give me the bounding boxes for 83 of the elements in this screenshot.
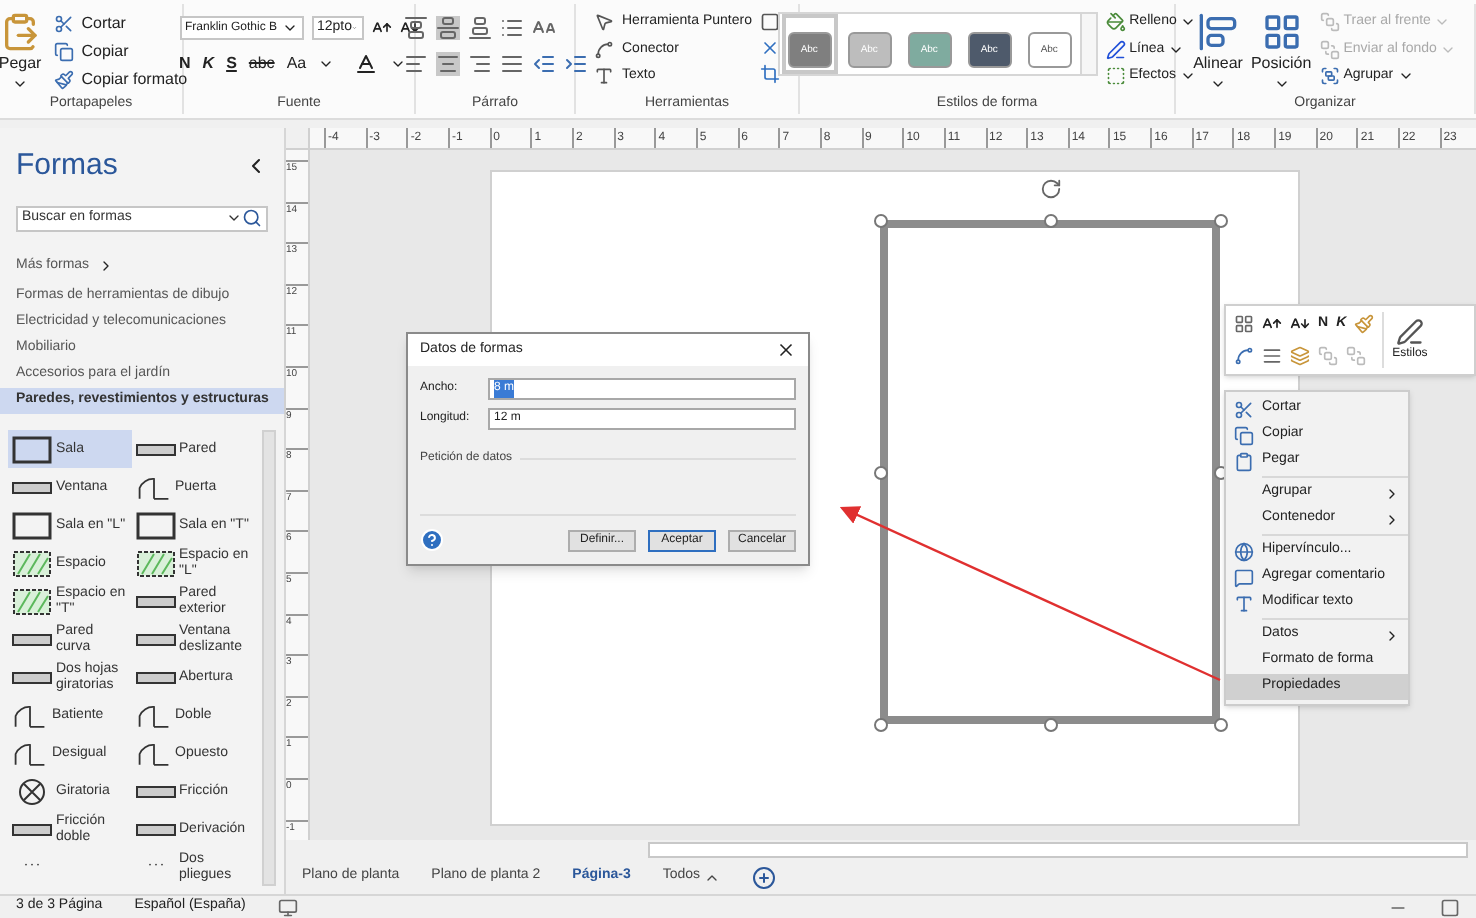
clipboard-item[interactable]: Copiar xyxy=(81,40,129,64)
hatched-room-icon xyxy=(12,587,52,615)
gallery-scrollbar[interactable] xyxy=(1079,14,1096,74)
add-page-icon[interactable] xyxy=(752,865,777,889)
paste-button[interactable]: Pegar xyxy=(0,12,46,92)
copy-icon xyxy=(53,42,74,62)
hatched-room-icon xyxy=(135,549,175,577)
send-back-icon xyxy=(1319,39,1340,60)
wall-icon xyxy=(135,443,175,455)
wall-icon xyxy=(135,671,175,683)
paintbrush-icon xyxy=(53,70,74,90)
pen-icon[interactable] xyxy=(1395,317,1424,345)
rectangle-icon[interactable] xyxy=(759,12,780,32)
clipboard-icon xyxy=(1234,451,1254,471)
text-icon xyxy=(594,66,614,87)
paintbrush-icon[interactable] xyxy=(1354,314,1375,334)
horizontal-scrollbar[interactable] xyxy=(648,842,1468,858)
hatched-room-icon xyxy=(12,549,52,577)
arrange-button[interactable]: Alinear xyxy=(1193,12,1243,93)
scissors-icon xyxy=(1234,399,1254,419)
vertical-align-icon[interactable] xyxy=(403,16,427,40)
indent-increase-icon[interactable] xyxy=(563,52,587,76)
panel-title: Formas xyxy=(16,146,118,186)
copy-icon xyxy=(1234,425,1254,445)
square-icon xyxy=(1105,66,1126,87)
font-style-button[interactable]: Aa xyxy=(286,52,307,76)
wall-icon xyxy=(12,481,52,493)
door-icon xyxy=(135,473,171,501)
crop-icon[interactable] xyxy=(759,64,780,84)
shrink-font-icon[interactable] xyxy=(1290,314,1310,334)
align-text-icon[interactable] xyxy=(435,52,459,76)
align-icon xyxy=(1198,12,1239,52)
font-style-button[interactable]: abc xyxy=(248,52,275,76)
align-text-icon[interactable] xyxy=(403,52,427,76)
indent-decrease-icon[interactable] xyxy=(531,52,555,76)
pointer-icon xyxy=(594,12,614,33)
door-icon xyxy=(12,701,48,729)
align-text-icon[interactable] xyxy=(499,52,523,76)
room-icon xyxy=(12,435,52,463)
connector-icon xyxy=(594,39,614,60)
display-icon[interactable] xyxy=(277,897,298,917)
font-style-button[interactable]: K xyxy=(202,52,215,76)
wall-icon xyxy=(12,633,52,645)
bring-front-icon xyxy=(1319,12,1340,33)
door-icon xyxy=(135,701,171,729)
wall-icon xyxy=(12,823,52,835)
shape-icon[interactable] xyxy=(1234,314,1254,334)
grow-font-icon[interactable] xyxy=(1262,314,1282,334)
room-shape[interactable] xyxy=(880,220,1220,724)
pen-icon xyxy=(1105,39,1126,60)
room-icon xyxy=(12,511,52,539)
wall-icon xyxy=(135,633,175,645)
door-icon xyxy=(12,739,48,767)
position-grid-icon xyxy=(1261,12,1302,52)
clipboard-icon xyxy=(0,12,41,52)
comment-icon xyxy=(1234,567,1254,587)
font-color-icon[interactable] xyxy=(354,52,379,76)
search-icon xyxy=(242,208,262,228)
font-style-button[interactable]: S xyxy=(226,52,237,76)
scrollbar[interactable] xyxy=(262,430,276,886)
room-icon xyxy=(135,511,175,539)
scissors-icon xyxy=(53,14,74,34)
door-icon xyxy=(135,739,171,767)
wall-icon xyxy=(12,671,52,683)
paint-bucket-icon xyxy=(1105,12,1126,33)
wall-icon xyxy=(135,595,175,607)
help-icon[interactable] xyxy=(420,528,444,552)
grow-font-icon[interactable] xyxy=(371,18,391,38)
arrange-button[interactable]: Posición xyxy=(1250,12,1312,93)
layers-icon[interactable] xyxy=(1290,346,1310,367)
shrink-font-icon[interactable] xyxy=(399,18,419,38)
align-text-icon[interactable] xyxy=(1262,346,1282,367)
connector-icon[interactable] xyxy=(1234,346,1254,367)
group-icon xyxy=(1319,66,1340,87)
clipboard-item[interactable]: Cortar xyxy=(81,12,126,36)
align-text-icon[interactable] xyxy=(467,52,491,76)
rotate-handle-icon[interactable] xyxy=(1040,178,1062,200)
wall-icon xyxy=(135,823,175,835)
close-icon[interactable] xyxy=(776,340,796,360)
globe-icon xyxy=(1234,541,1254,561)
wall-icon xyxy=(135,785,175,797)
text-icon xyxy=(1234,593,1254,613)
fit-page-icon[interactable] xyxy=(1440,897,1460,917)
